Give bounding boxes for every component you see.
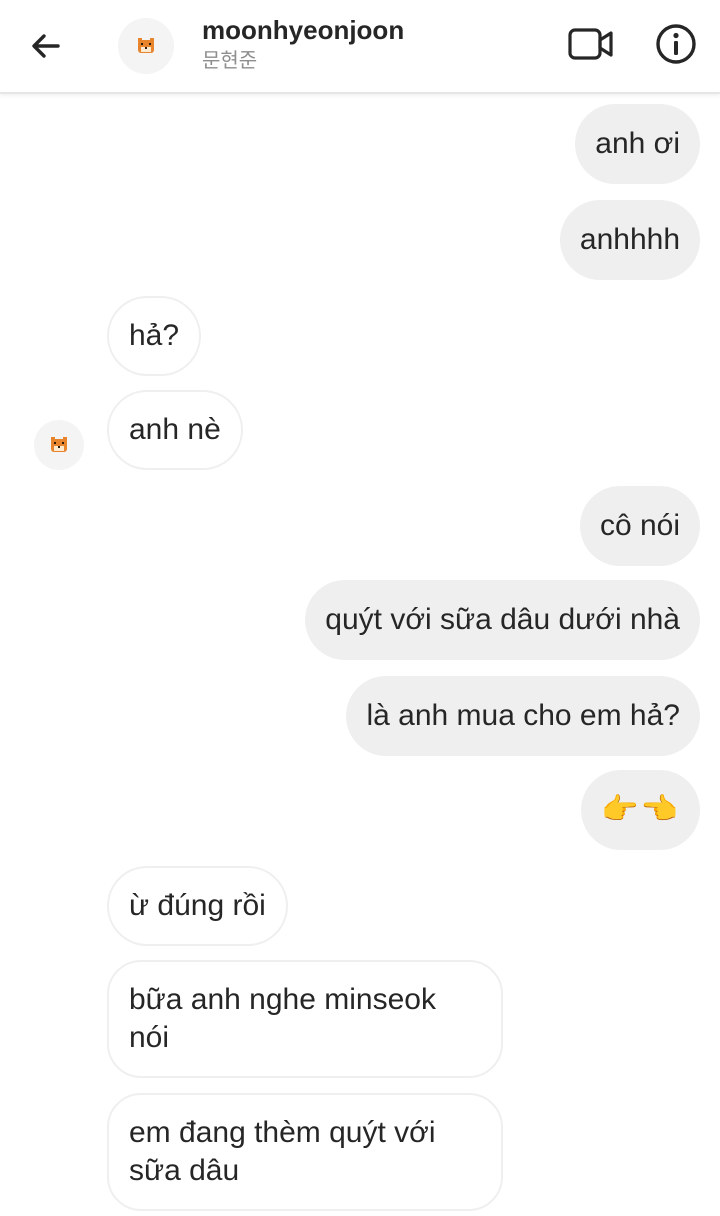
video-camera-icon (568, 28, 613, 60)
message-sent[interactable]: anh ơi (575, 104, 700, 184)
message-text: anh nè (129, 413, 221, 446)
message-received[interactable]: bữa anh nghe minseok nói (107, 960, 503, 1078)
message-sent[interactable]: quýt với sữa dâu dưới nhà (305, 580, 700, 660)
message-text: cô nói (599, 509, 680, 542)
message-received[interactable]: anh nè (107, 390, 243, 470)
message-received[interactable]: ừ đúng rồi (107, 866, 288, 946)
message-text: là anh mua cho em hả? (366, 699, 680, 732)
chat-display-name: 문현준 (202, 48, 258, 72)
back-button[interactable] (22, 22, 70, 70)
message-sent[interactable]: là anh mua cho em hả? (346, 676, 700, 756)
message-sent[interactable]: anhhhh (559, 200, 700, 280)
info-circle-icon (656, 24, 696, 64)
info-button[interactable] (652, 20, 700, 68)
message-text: bữa anh nghe minseok nói (129, 983, 436, 1054)
arrow-left-icon (32, 34, 60, 58)
tiger-avatar-icon (138, 38, 154, 53)
message-text: em đang thèm quýt với sữa dâu (129, 1116, 436, 1187)
chat-username: moonhyeonjoon (202, 15, 405, 45)
pointing-fingers-emoji: 👉👈 (601, 792, 680, 827)
message-text: anhhhh (579, 223, 680, 256)
message-text: anh ơi (595, 127, 680, 160)
sender-avatar[interactable] (34, 420, 84, 470)
video-call-button[interactable] (566, 22, 616, 66)
chat-title-block[interactable]: moonhyeonjoon 문현준 (202, 14, 404, 74)
message-text: ừ đúng rồi (129, 889, 266, 922)
chat-header: moonhyeonjoon 문현준 (0, 0, 720, 94)
message-sent[interactable]: 👉👈 (581, 770, 700, 850)
message-text: quýt với sữa dâu dưới nhà (325, 603, 680, 636)
message-received[interactable]: em đang thèm quýt với sữa dâu (107, 1093, 503, 1211)
message-received[interactable]: hả? (107, 296, 202, 376)
message-sent[interactable]: cô nói (579, 486, 700, 566)
message-text: hả? (129, 319, 180, 352)
tiger-avatar-icon (51, 437, 67, 452)
profile-avatar[interactable] (118, 18, 174, 74)
